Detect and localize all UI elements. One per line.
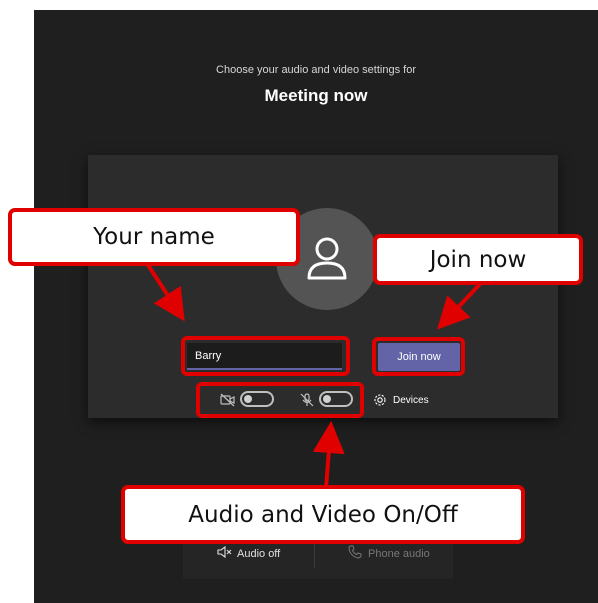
your-name-callout: Your name <box>8 208 300 266</box>
toggles-highlight <box>196 382 364 418</box>
name-input-highlight <box>181 336 350 376</box>
audio-video-callout: Audio and Video On/Off <box>121 485 525 544</box>
join-now-callout: Join now <box>373 234 583 285</box>
join-button-highlight <box>372 337 465 376</box>
